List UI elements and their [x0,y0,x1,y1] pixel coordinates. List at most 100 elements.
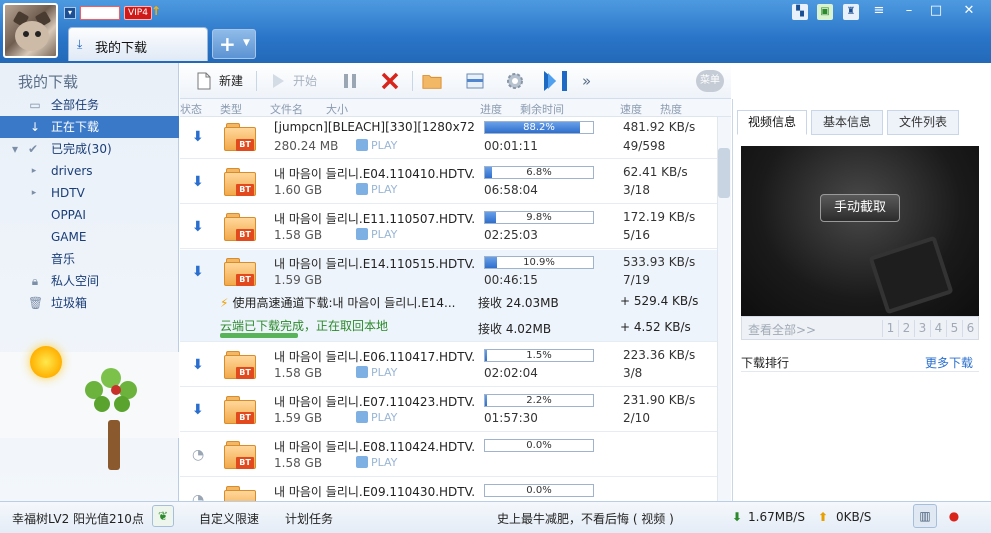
col-remaining[interactable]: 剩余时间 [520,101,564,117]
news-link[interactable]: 史上最牛减肥，不看后悔 ( 视频 ) [497,510,674,527]
tab-video-info[interactable]: 视频信息 [737,110,807,135]
play-button[interactable]: PLAY [356,411,397,424]
task-row[interactable]: ⬇ BT [jumpcn][BLEACH][330][1280x720] 280… [180,117,720,159]
col-status[interactable]: 状态 [180,101,202,117]
sidebar-item-music[interactable]: 音乐 [0,248,179,270]
play-icon [273,74,284,88]
play-button[interactable]: PLAY [356,456,397,469]
skip-forward-button[interactable] [542,69,572,93]
sidebar-item-completed[interactable]: ▾ ✔ 已完成(30) [0,138,179,160]
pause-button[interactable] [340,69,362,93]
downloading-arrow-icon: ⬇ [192,402,204,418]
task-row[interactable]: ⬇ BT 내 마음이 들리니.E07.110423.HDTV... 1.59 G… [180,388,720,432]
page-5[interactable]: 5 [946,320,962,337]
user-avatar[interactable] [3,3,58,58]
tab-my-downloads[interactable]: ⤓ 我的下载 [68,27,208,61]
speed-graph-icon[interactable]: ▥ [913,504,937,528]
sidebar-item-game[interactable]: GAME [0,226,179,248]
more-tools-icon[interactable]: » [582,69,596,93]
bt-folder-icon: BT [224,351,256,379]
task-row[interactable]: ⬇ BT 내 마음이 들리니.E06.110417.HDTV... 1.58 G… [180,343,720,387]
add-tab-button[interactable]: + ▼ [212,29,256,59]
sidebar-item-hdtv[interactable]: ▸ HDTV [0,182,179,204]
column-headers: 状态 类型 文件名 大小 进度 剩余时间 速度 热度 [180,99,731,117]
col-filename[interactable]: 文件名 [270,101,303,117]
close-icon[interactable]: ✕ [958,3,980,19]
skin-icon[interactable]: ▚ [792,4,808,20]
task-row-expanded[interactable]: ⬇ BT 내 마음이 들리니.E14.110515.HDTV... 1.59 G… [180,250,720,342]
more-downloads-link[interactable]: 更多下载 [925,354,973,371]
downloading-arrow-icon: ⬇ [192,264,204,280]
seed-count: 3/8 [623,366,643,380]
task-row[interactable]: ◔ BT 내 마음이 들리니.E08.110424.HDTV... 1.58 G… [180,433,720,477]
download-ranking-title: 下载排行 [741,356,790,370]
expand-right-icon[interactable]: ▸ [27,160,41,182]
expand-right-icon[interactable]: ▸ [27,182,41,204]
waiting-clock-icon: ◔ [192,447,205,463]
task-filename: 내 마음이 들리니.E07.110423.HDTV... [274,395,474,409]
sidebar-item-oppai[interactable]: OPPAI [0,204,179,226]
col-speed[interactable]: 速度 [620,101,642,117]
maximize-icon[interactable]: □ [925,3,947,19]
page-6[interactable]: 6 [962,320,978,337]
col-type[interactable]: 类型 [220,101,242,117]
play-icon [356,139,368,151]
task-row[interactable]: ◔ BT 내 마음이 들리니.E09.110430.HDTV... 0.0% [180,478,720,501]
main-menu-icon[interactable]: ≡ [868,3,890,19]
col-heat[interactable]: 热度 [660,101,682,117]
progress-text: 1.5% [526,350,552,361]
scrollbar-thumb[interactable] [718,148,730,198]
task-filename: 내 마음이 들리니.E11.110507.HDTV... [274,212,474,226]
vip-upgrade-arrow-icon[interactable]: ↑ [151,4,161,18]
manual-capture-button[interactable]: 手动截取 [820,194,900,222]
play-button[interactable]: PLAY [356,228,397,241]
user-menu-dropdown-icon[interactable]: ▾ [64,7,76,19]
sidebar-item-label: 音乐 [51,252,76,266]
happy-tree-icon[interactable] [80,360,142,422]
properties-button[interactable] [465,69,487,93]
sidebar-item-trash[interactable]: 🗑︎ 垃圾箱 [0,292,179,314]
play-button[interactable]: PLAY [356,139,397,152]
scheduled-tasks-link[interactable]: 计划任务 [285,510,333,527]
page-1[interactable]: 1 [882,320,898,337]
sidebar-item-all-tasks[interactable]: ▭ 全部任务 [0,94,179,116]
progress-text: 2.2% [526,395,552,406]
col-progress[interactable]: 进度 [480,101,502,117]
delete-button[interactable] [380,69,402,93]
page-3[interactable]: 3 [914,320,930,337]
sidebar-item-drivers[interactable]: ▸ drivers [0,160,179,182]
new-file-icon [197,72,211,90]
shirt-icon[interactable]: ♜ [843,4,859,20]
page-2[interactable]: 2 [898,320,914,337]
sidebar-item-downloading[interactable]: ↓ 正在下载 [0,116,179,138]
gift-icon[interactable]: ▣ [817,4,833,20]
settings-button[interactable] [505,69,529,93]
task-size: 1.59 GB [274,273,323,287]
sidebar-item-private-space[interactable]: 🔒︎ 私人空间 [0,270,179,292]
open-folder-button[interactable] [422,69,446,93]
view-all-link[interactable]: 查看全部>> [748,321,816,338]
expand-down-icon[interactable]: ▾ [8,138,22,160]
minimize-icon[interactable]: – [898,3,920,19]
location-pin-icon[interactable]: ● [942,504,966,528]
vip-badge[interactable]: VIP4 [124,6,152,20]
sidebar-item-label: GAME [51,230,87,244]
username-field[interactable] [80,6,120,20]
start-button[interactable]: 开始 [268,69,320,93]
custom-speed-limit-link[interactable]: 自定义限速 [199,510,259,527]
download-tab-icon: ⤓ [77,37,83,51]
tab-file-list[interactable]: 文件列表 [887,110,959,135]
menu-button[interactable]: 菜单 [696,70,724,92]
task-row[interactable]: ⬇ BT 내 마음이 들리니.E04.110410.HDTV... 1.60 G… [180,160,720,204]
play-button[interactable]: PLAY [356,366,397,379]
chevron-down-icon[interactable]: ▼ [243,38,250,48]
page-4[interactable]: 4 [930,320,946,337]
col-size[interactable]: 大小 [326,101,348,117]
new-task-button[interactable]: 新建 [194,69,246,93]
tab-basic-info[interactable]: 基本信息 [811,110,883,135]
leaf-icon[interactable]: ❦ [152,505,174,527]
play-button[interactable]: PLAY [356,183,397,196]
task-row[interactable]: ⬇ BT 내 마음이 들리니.E11.110507.HDTV... 1.58 G… [180,205,720,249]
task-size: 1.58 GB [274,366,323,380]
sidebar-item-label: 已完成(30) [51,142,112,156]
